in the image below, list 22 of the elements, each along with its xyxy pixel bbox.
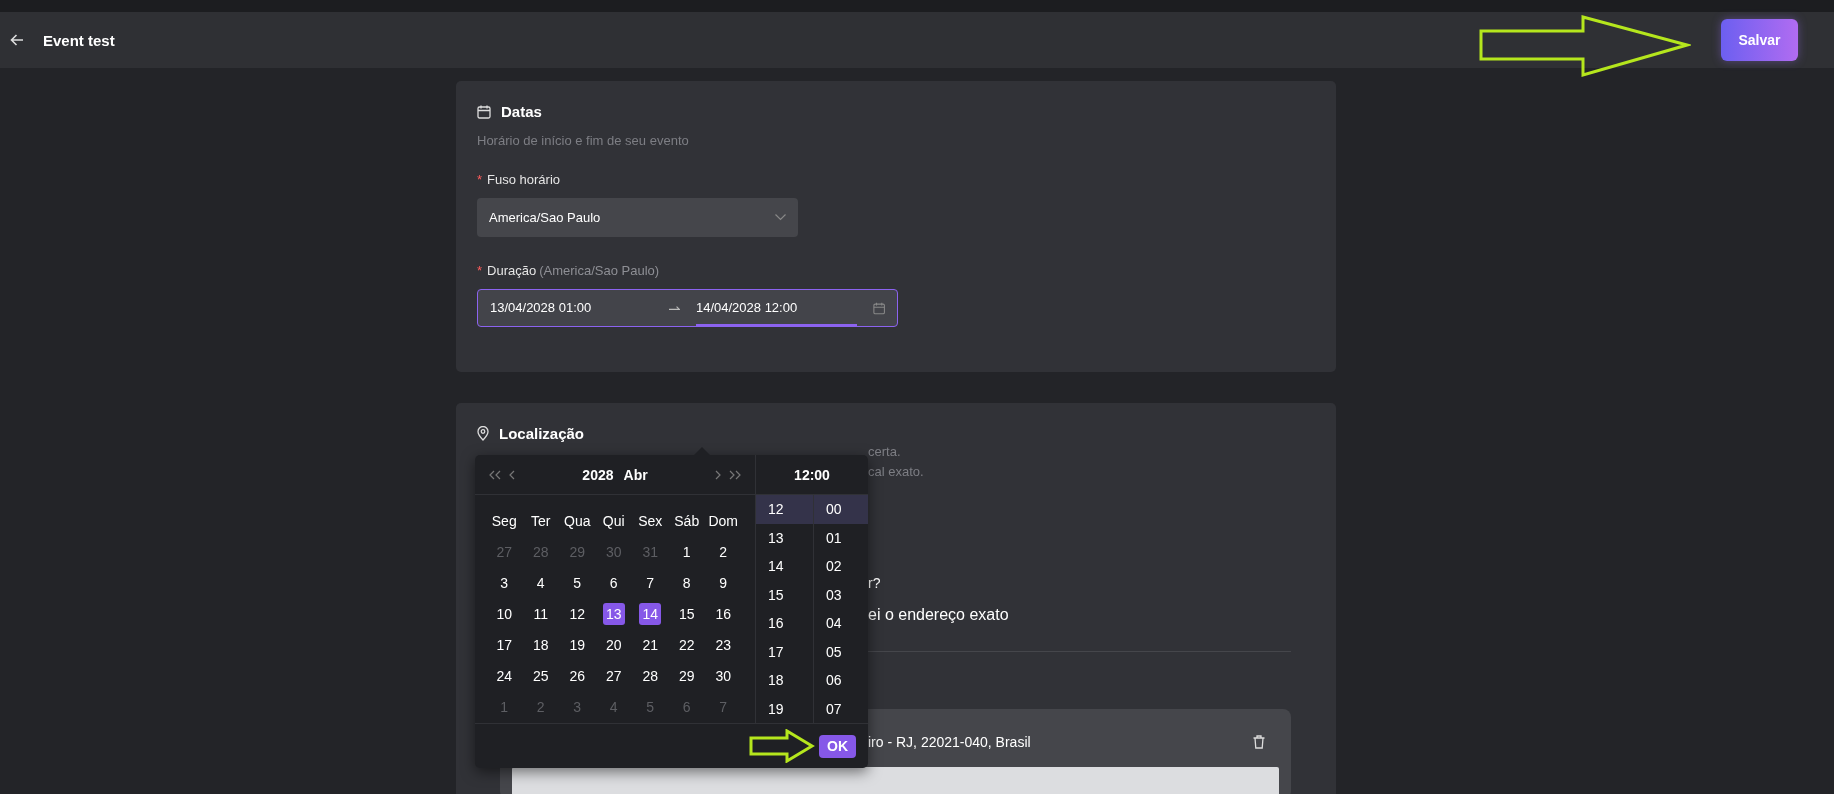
question-text: r? (868, 575, 882, 591)
address-text: iro - RJ, 22021-040, Brasil (868, 734, 1031, 750)
weekday-label: Dom (708, 511, 739, 531)
required-mark: * (477, 263, 483, 278)
weekday-label: Sáb (674, 511, 700, 531)
weekday-label: Qua (564, 511, 591, 531)
weekday-label: Qui (602, 511, 625, 531)
field-label: Fuso horário (487, 172, 561, 187)
section-title: Datas (501, 103, 542, 120)
required-mark: * (477, 172, 483, 187)
field-label: Duração (487, 263, 537, 278)
section-title: Localização (499, 425, 585, 442)
weekday-label: Seg (491, 511, 517, 531)
page-title: Event test (43, 31, 115, 49)
section-subtitle: Horário de início e fim de seu evento (477, 133, 690, 148)
weekday-label: Sex (638, 511, 663, 531)
description-text: cal exato. (868, 463, 925, 481)
time-display: 12:00 (794, 466, 830, 483)
description-text: certa. (868, 443, 902, 461)
option-label: ei o endereço exato (868, 606, 1010, 624)
weekday-label: Ter (531, 511, 551, 531)
field-hint: (America/Sao Paulo) (539, 263, 660, 278)
